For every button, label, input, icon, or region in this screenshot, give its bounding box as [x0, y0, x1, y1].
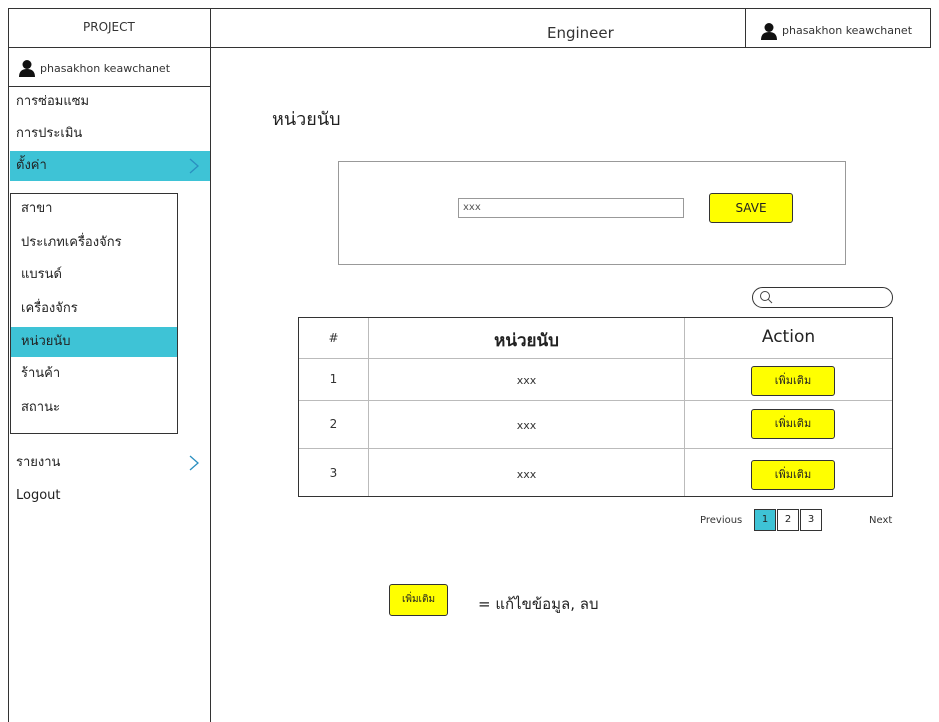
table-cell-number: 3 — [329, 466, 338, 480]
unit-name-input[interactable]: xxx — [458, 198, 684, 218]
pagination-page-3[interactable]: 3 — [800, 509, 822, 531]
submenu-item-label: สาขา — [21, 201, 53, 216]
sidebar-item-report[interactable]: รายงาน — [10, 448, 210, 478]
more-button[interactable]: เพิ่มเติม — [751, 460, 835, 490]
submenu-item-unit[interactable]: หน่วยนับ — [11, 327, 177, 357]
submenu-item-label: ประเภทเครื่องจักร — [21, 235, 122, 250]
table-cell-unit: xxx — [516, 468, 537, 481]
search-input[interactable] — [752, 287, 893, 308]
submenu-item-label: ร้านค้า — [21, 366, 61, 381]
save-button[interactable]: SAVE — [709, 193, 793, 223]
submenu-item-label: หน่วยนับ — [21, 334, 71, 349]
legend-description: = แก้ไขข้อมูล, ลบ — [478, 595, 599, 613]
table-row-divider — [299, 400, 892, 401]
table-cell-unit: xxx — [516, 419, 537, 432]
frame-left — [8, 8, 9, 722]
sidebar-item-settings[interactable]: ตั้งค่า — [10, 151, 210, 181]
pagination-next[interactable]: Next — [869, 515, 892, 526]
more-button[interactable]: เพิ่มเติม — [751, 409, 835, 439]
chevron-right-icon — [189, 455, 199, 471]
project-label: PROJECT — [83, 20, 135, 34]
user-icon — [19, 60, 35, 77]
header-user-name[interactable]: phasakhon keawchanet — [782, 24, 912, 37]
pagination-previous[interactable]: Previous — [700, 515, 742, 526]
legend-more-button: เพิ่มเติม — [389, 584, 448, 616]
sidebar-user-name: phasakhon keawchanet — [40, 62, 171, 75]
submenu-item-label: เครื่องจักร — [21, 301, 78, 316]
sidebar-item-label: ตั้งค่า — [16, 158, 47, 173]
sidebar-item-label: รายงาน — [16, 455, 61, 470]
table-cell-number: 1 — [329, 372, 338, 386]
header-bottom-line — [8, 47, 931, 48]
table-header-action: Action — [761, 327, 816, 347]
submenu-item-status[interactable]: สถานะ — [11, 393, 177, 423]
pagination-page-2[interactable]: 2 — [777, 509, 799, 531]
frame-top — [8, 8, 931, 9]
submenu-item-label: สถานะ — [21, 400, 60, 415]
submenu-item-shop[interactable]: ร้านค้า — [11, 359, 177, 389]
frame-right — [930, 8, 931, 48]
sidebar-divider — [210, 8, 211, 722]
table-cell-number: 2 — [329, 417, 338, 431]
table-row-divider — [299, 448, 892, 449]
search-icon — [760, 291, 773, 304]
header-user-divider — [745, 8, 746, 48]
table-header-number: # — [328, 331, 339, 345]
pagination-page-1[interactable]: 1 — [754, 509, 776, 531]
submenu-item-machine[interactable]: เครื่องจักร — [11, 294, 177, 324]
sidebar-item-label: Logout — [16, 488, 61, 503]
submenu-item-brand[interactable]: แบรนด์ — [11, 260, 177, 290]
chevron-right-icon — [189, 158, 199, 174]
more-button[interactable]: เพิ่มเติม — [751, 366, 835, 396]
user-icon — [761, 23, 777, 40]
sidebar-item-label: การซ่อมแซม — [16, 94, 90, 109]
settings-submenu: สาขา ประเภทเครื่องจักร แบรนด์ เครื่องจัก… — [10, 193, 178, 434]
submenu-item-branch[interactable]: สาขา — [11, 194, 177, 224]
page-title: หน่วยนับ — [272, 109, 341, 130]
unit-table: # หน่วยนับ Action 1 xxx เพิ่มเติม 2 xxx … — [298, 317, 893, 497]
sidebar-item-repair[interactable]: การซ่อมแซม — [10, 87, 210, 117]
table-row-divider — [299, 358, 892, 359]
sidebar-item-evaluation[interactable]: การประเมิน — [10, 119, 210, 149]
sidebar-item-logout[interactable]: Logout — [10, 481, 210, 511]
submenu-item-machine-type[interactable]: ประเภทเครื่องจักร — [11, 228, 177, 258]
sidebar-item-label: การประเมิน — [16, 126, 83, 141]
role-label: Engineer — [547, 24, 614, 42]
table-cell-unit: xxx — [516, 374, 537, 387]
submenu-item-label: แบรนด์ — [21, 267, 62, 282]
table-header-unit: หน่วยนับ — [494, 331, 559, 351]
